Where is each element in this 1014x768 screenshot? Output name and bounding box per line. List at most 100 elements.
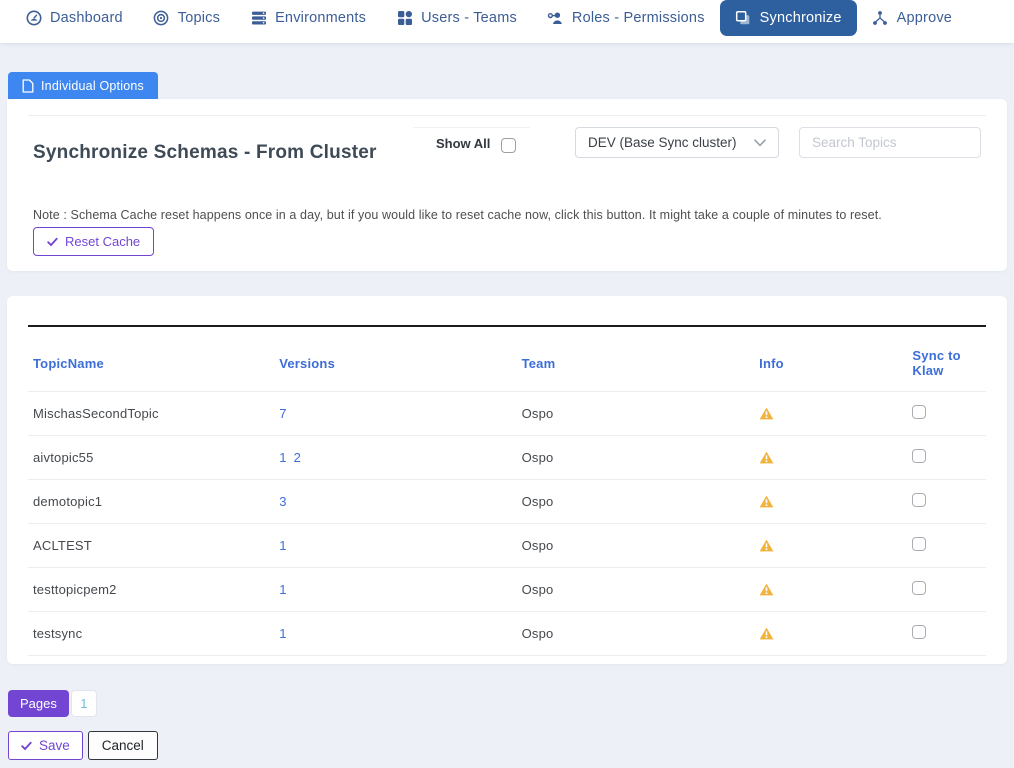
versions-cell: 1 [274, 568, 516, 612]
versions-cell: 7 [274, 392, 516, 436]
sync-to-klaw-checkbox[interactable] [912, 405, 926, 419]
table-body: MischasSecondTopic7Ospoaivtopic5512Ospod… [28, 392, 986, 656]
version-link[interactable]: 2 [294, 450, 301, 465]
top-nav: Dashboard Topics Environments Users - Teams… [0, 0, 1014, 43]
version-link[interactable]: 1 [279, 538, 286, 553]
nav-item-topics[interactable]: Topics [138, 0, 235, 36]
schema-sync-panel: Synchronize Schemas - From Cluster Show … [7, 99, 1007, 271]
info-cell [754, 436, 907, 480]
table-row: MischasSecondTopic 7 Ospo [28, 392, 986, 436]
warning-icon[interactable] [759, 583, 907, 596]
info-cell [754, 480, 907, 524]
page-number[interactable]: 1 [71, 690, 97, 717]
nav-item-label: Synchronize [760, 10, 842, 26]
team-cell: Ospo [517, 612, 755, 656]
nav-item-users-teams[interactable]: Users - Teams [381, 0, 532, 36]
roles-permissions-icon [547, 10, 564, 27]
sync-cell [907, 524, 986, 568]
sync-cell [907, 480, 986, 524]
nav-item-approve[interactable]: Approve [857, 0, 967, 36]
show-all-checkbox[interactable] [501, 138, 516, 153]
sync-to-klaw-checkbox[interactable] [912, 537, 926, 551]
document-icon [22, 79, 34, 93]
nav-item-label: Users - Teams [421, 10, 517, 26]
sync-to-klaw-checkbox[interactable] [912, 493, 926, 507]
nav-item-dashboard[interactable]: Dashboard [10, 0, 138, 36]
search-topics-input[interactable] [799, 127, 981, 158]
topics-icon [153, 10, 170, 27]
info-cell [754, 568, 907, 612]
table-row: demotopic13Ospo [28, 480, 986, 524]
page-number-list: 1 [69, 690, 97, 717]
versions-cell: 1 [274, 612, 516, 656]
approve-icon [872, 10, 889, 27]
synchronize-icon [735, 10, 752, 27]
column-header-versions: Versions [274, 326, 516, 392]
cluster-select[interactable]: DEV (Base Sync cluster) [575, 127, 779, 158]
version-link[interactable]: 7 [279, 406, 286, 421]
cluster-select-value: DEV (Base Sync cluster) [588, 135, 737, 150]
team-cell: Ospo [517, 568, 755, 612]
table-header-row: TopicNameVersionsTeamInfoSync to Klaw [28, 326, 986, 392]
topic-name-cell: aivtopic55 [28, 436, 274, 480]
warning-icon[interactable] [759, 539, 907, 552]
sync-to-klaw-checkbox[interactable] [912, 625, 926, 639]
footer-actions: Save Cancel [8, 731, 158, 760]
topics-table-panel: TopicNameVersionsTeamInfoSync to Klaw Mi… [7, 296, 1007, 664]
column-header-sync-to-klaw: Sync to Klaw [907, 326, 986, 392]
sync-cell [907, 568, 986, 612]
sync-topics-table: TopicNameVersionsTeamInfoSync to Klaw Mi… [28, 325, 986, 656]
nav-item-label: Environments [275, 10, 366, 26]
sync-cell [907, 392, 986, 436]
team-cell: Ospo [517, 392, 755, 436]
topic-name-cell: testsync [28, 612, 274, 656]
nav-item-label: Roles - Permissions [572, 10, 705, 26]
save-button[interactable]: Save [8, 731, 83, 760]
show-all-label: Show All [436, 133, 490, 155]
team-cell: Ospo [517, 524, 755, 568]
pagination: Pages 1 [8, 690, 97, 717]
dashboard-icon [25, 10, 42, 27]
nav-item-label: Topics [178, 10, 220, 26]
check-icon [21, 741, 32, 751]
topic-name-cell: ACLTEST [28, 524, 274, 568]
panel-divider [28, 115, 986, 116]
versions-cell: 12 [274, 436, 516, 480]
cache-note-text: Note : Schema Cache reset happens once i… [33, 208, 981, 223]
check-icon [47, 237, 58, 247]
version-link[interactable]: 3 [279, 494, 286, 509]
column-header-topicname: TopicName [28, 326, 274, 392]
table-row: ACLTEST 1 Ospo [28, 524, 986, 568]
chevron-down-icon [754, 135, 766, 150]
info-cell [754, 612, 907, 656]
tab-individual-options[interactable]: Individual Options [8, 72, 158, 99]
showall-divider [413, 127, 530, 128]
warning-icon[interactable] [759, 627, 907, 640]
sync-to-klaw-checkbox[interactable] [912, 449, 926, 463]
cancel-button[interactable]: Cancel [88, 731, 158, 760]
warning-icon[interactable] [759, 495, 907, 508]
reset-cache-label: Reset Cache [65, 234, 140, 249]
warning-icon[interactable] [759, 451, 907, 464]
sync-to-klaw-checkbox[interactable] [912, 581, 926, 595]
team-cell: Ospo [517, 436, 755, 480]
version-link[interactable]: 1 [279, 582, 286, 597]
topic-name-cell: testtopicpem2 [28, 568, 274, 612]
version-link[interactable]: 1 [279, 450, 286, 465]
nav-item-roles-permissions[interactable]: Roles - Permissions [532, 0, 720, 36]
nav-item-environments[interactable]: Environments [235, 0, 381, 36]
versions-cell: 3 [274, 480, 516, 524]
info-cell [754, 524, 907, 568]
reset-cache-button[interactable]: Reset Cache [33, 227, 154, 256]
column-header-info: Info [754, 326, 907, 392]
team-cell: Ospo [517, 480, 755, 524]
version-link[interactable]: 1 [279, 626, 286, 641]
environments-icon [250, 10, 267, 27]
sync-cell [907, 612, 986, 656]
versions-cell: 1 [274, 524, 516, 568]
pages-button[interactable]: Pages [8, 690, 69, 717]
topic-name-cell: MischasSecondTopic [28, 392, 274, 436]
warning-icon[interactable] [759, 407, 907, 420]
save-label: Save [39, 738, 70, 753]
nav-item-synchronize[interactable]: Synchronize [720, 0, 857, 36]
